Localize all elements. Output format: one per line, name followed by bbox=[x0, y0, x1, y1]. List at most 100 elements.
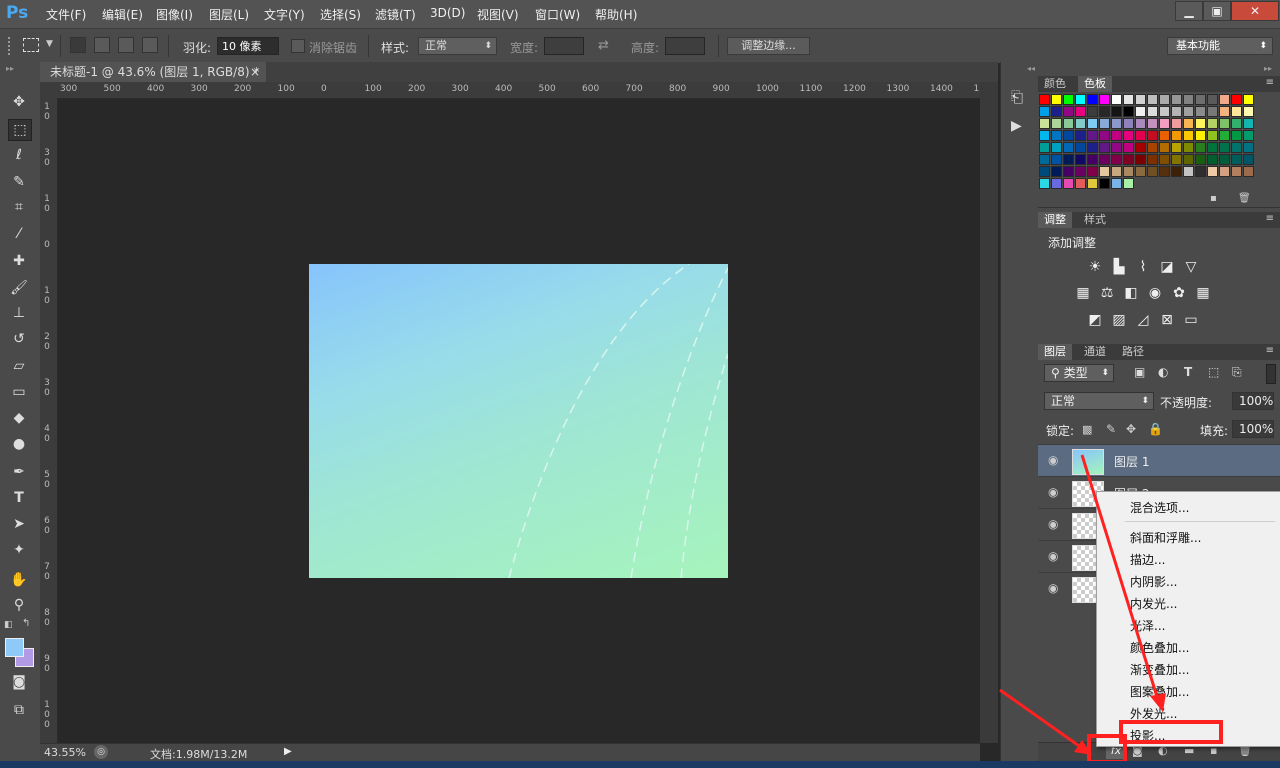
close-button[interactable]: ✕ bbox=[1231, 1, 1279, 21]
history-brush-tool-icon[interactable]: ↺ bbox=[8, 329, 30, 349]
color-balance-icon[interactable]: ⚖ bbox=[1098, 284, 1116, 302]
color-swatch[interactable] bbox=[1051, 142, 1062, 153]
color-swatch[interactable] bbox=[1183, 154, 1194, 165]
color-swatch[interactable] bbox=[1231, 142, 1242, 153]
invert-icon[interactable]: ◩ bbox=[1086, 311, 1104, 329]
marquee-preset-icon[interactable] bbox=[23, 38, 39, 52]
color-swatch[interactable] bbox=[1099, 154, 1110, 165]
color-swatch[interactable] bbox=[1111, 118, 1122, 129]
menu-edit[interactable]: 编辑(E) bbox=[102, 6, 143, 23]
color-swatch[interactable] bbox=[1039, 130, 1050, 141]
lock-transparent-icon[interactable]: ▩ bbox=[1082, 423, 1092, 436]
menu-window[interactable]: 窗口(W) bbox=[535, 6, 580, 23]
color-swatch[interactable] bbox=[1171, 130, 1182, 141]
posterize-icon[interactable]: ▨ bbox=[1110, 311, 1128, 329]
color-swatch[interactable] bbox=[1039, 154, 1050, 165]
swap-colors-icon[interactable]: ↰ bbox=[22, 618, 30, 629]
gradient-map-icon[interactable]: ▭ bbox=[1182, 311, 1200, 329]
default-colors-icon[interactable]: ◧ bbox=[4, 620, 13, 630]
eye-icon[interactable]: ◉ bbox=[1048, 517, 1058, 531]
color-swatch[interactable] bbox=[1063, 94, 1074, 105]
brush-tool-icon[interactable]: 🖌 bbox=[8, 278, 30, 298]
color-swatch[interactable] bbox=[1207, 106, 1218, 117]
ruler-origin[interactable] bbox=[40, 82, 57, 98]
color-swatch[interactable] bbox=[1219, 106, 1230, 117]
color-swatch[interactable] bbox=[1135, 166, 1146, 177]
color-swatch[interactable] bbox=[1243, 142, 1254, 153]
color-swatch[interactable] bbox=[1147, 142, 1158, 153]
tab-paths[interactable]: 路径 bbox=[1116, 344, 1150, 360]
menu-help[interactable]: 帮助(H) bbox=[595, 6, 637, 23]
style-select[interactable]: 正常 ⬍ bbox=[418, 37, 497, 55]
hue-saturation-icon[interactable]: ▦ bbox=[1074, 284, 1092, 302]
collapse-icon[interactable]: ▸▸ bbox=[1264, 64, 1272, 73]
color-swatch[interactable] bbox=[1123, 178, 1134, 189]
horizontal-ruler[interactable]: 300 500 400 300 200 100 0 100 200 300 400 500 600 700… bbox=[57, 82, 980, 99]
tab-swatches[interactable]: 色板 bbox=[1078, 76, 1112, 92]
menu-item-stroke[interactable]: 描边... bbox=[1130, 551, 1165, 568]
color-swatch[interactable] bbox=[1207, 154, 1218, 165]
color-swatch[interactable] bbox=[1147, 154, 1158, 165]
clone-stamp-tool-icon[interactable]: ⊥ bbox=[8, 303, 30, 323]
tab-layers[interactable]: 图层 bbox=[1038, 344, 1072, 360]
color-swatch[interactable] bbox=[1147, 166, 1158, 177]
blend-mode-select[interactable]: 正常 ⬍ bbox=[1044, 392, 1154, 410]
color-swatch[interactable] bbox=[1063, 118, 1074, 129]
color-swatch[interactable] bbox=[1051, 106, 1062, 117]
lock-all-icon[interactable]: 🔒 bbox=[1148, 422, 1163, 436]
collapse-icon[interactable]: ◂◂ bbox=[1027, 64, 1035, 73]
color-swatch[interactable] bbox=[1087, 166, 1098, 177]
menu-select[interactable]: 选择(S) bbox=[320, 6, 361, 23]
menu-layer[interactable]: 图层(L) bbox=[209, 6, 249, 23]
color-swatch[interactable] bbox=[1111, 130, 1122, 141]
blur-tool-icon[interactable]: ◆ bbox=[8, 408, 30, 428]
color-swatch[interactable] bbox=[1159, 94, 1170, 105]
color-swatch[interactable] bbox=[1159, 130, 1170, 141]
subtract-selection-icon[interactable] bbox=[118, 37, 134, 53]
screen-mode-icon[interactable]: ⧉ bbox=[8, 700, 30, 720]
color-swatch[interactable] bbox=[1135, 154, 1146, 165]
color-swatch[interactable] bbox=[1075, 94, 1086, 105]
filter-toggle[interactable] bbox=[1266, 364, 1276, 384]
layer-filter-select[interactable]: ⚲ 类型 ⬍ bbox=[1044, 364, 1114, 382]
color-swatch[interactable] bbox=[1111, 94, 1122, 105]
menu-file[interactable]: 文件(F) bbox=[46, 6, 86, 23]
share-icon[interactable]: ◎ bbox=[94, 745, 108, 759]
dodge-tool-icon[interactable]: ● bbox=[8, 434, 30, 454]
color-swatch[interactable] bbox=[1051, 166, 1062, 177]
color-swatch[interactable] bbox=[1231, 154, 1242, 165]
document-canvas[interactable] bbox=[309, 264, 728, 578]
crop-tool-icon[interactable]: ⌗ bbox=[8, 197, 30, 217]
color-swatch[interactable] bbox=[1183, 142, 1194, 153]
layer-row[interactable]: ◉ 图层 1 bbox=[1038, 444, 1280, 477]
healing-brush-tool-icon[interactable]: ✚ bbox=[8, 251, 30, 271]
color-swatch[interactable] bbox=[1135, 118, 1146, 129]
color-swatch[interactable] bbox=[1183, 166, 1194, 177]
color-swatch[interactable] bbox=[1075, 154, 1086, 165]
color-swatch[interactable] bbox=[1099, 178, 1110, 189]
color-swatch[interactable] bbox=[1243, 130, 1254, 141]
color-swatch[interactable] bbox=[1219, 130, 1230, 141]
color-swatch[interactable] bbox=[1051, 154, 1062, 165]
color-swatch[interactable] bbox=[1087, 118, 1098, 129]
shape-tool-icon[interactable]: ✦ bbox=[8, 540, 30, 560]
levels-icon[interactable]: ▙ bbox=[1110, 258, 1128, 276]
color-swatch[interactable] bbox=[1147, 118, 1158, 129]
color-swatch[interactable] bbox=[1123, 142, 1134, 153]
selective-color-icon[interactable]: ⊠ bbox=[1158, 311, 1176, 329]
color-swatch[interactable] bbox=[1219, 118, 1230, 129]
color-swatch[interactable] bbox=[1171, 106, 1182, 117]
document-tab[interactable]: 未标题-1 @ 43.6% (图层 1, RGB/8) * × bbox=[40, 62, 266, 82]
new-selection-icon[interactable] bbox=[70, 37, 86, 53]
eye-icon[interactable]: ◉ bbox=[1048, 453, 1058, 467]
color-swatch[interactable] bbox=[1123, 118, 1134, 129]
vertical-scrollbar[interactable] bbox=[980, 82, 998, 743]
menu-filter[interactable]: 滤镜(T) bbox=[375, 6, 416, 23]
actions-panel-icon[interactable]: ▶ bbox=[1011, 118, 1022, 134]
color-swatch[interactable] bbox=[1063, 154, 1074, 165]
color-swatch[interactable] bbox=[1087, 106, 1098, 117]
color-swatch[interactable] bbox=[1243, 94, 1254, 105]
menu-item-satin[interactable]: 光泽... bbox=[1130, 617, 1165, 634]
color-swatch[interactable] bbox=[1207, 142, 1218, 153]
photo-filter-icon[interactable]: ◉ bbox=[1146, 284, 1164, 302]
